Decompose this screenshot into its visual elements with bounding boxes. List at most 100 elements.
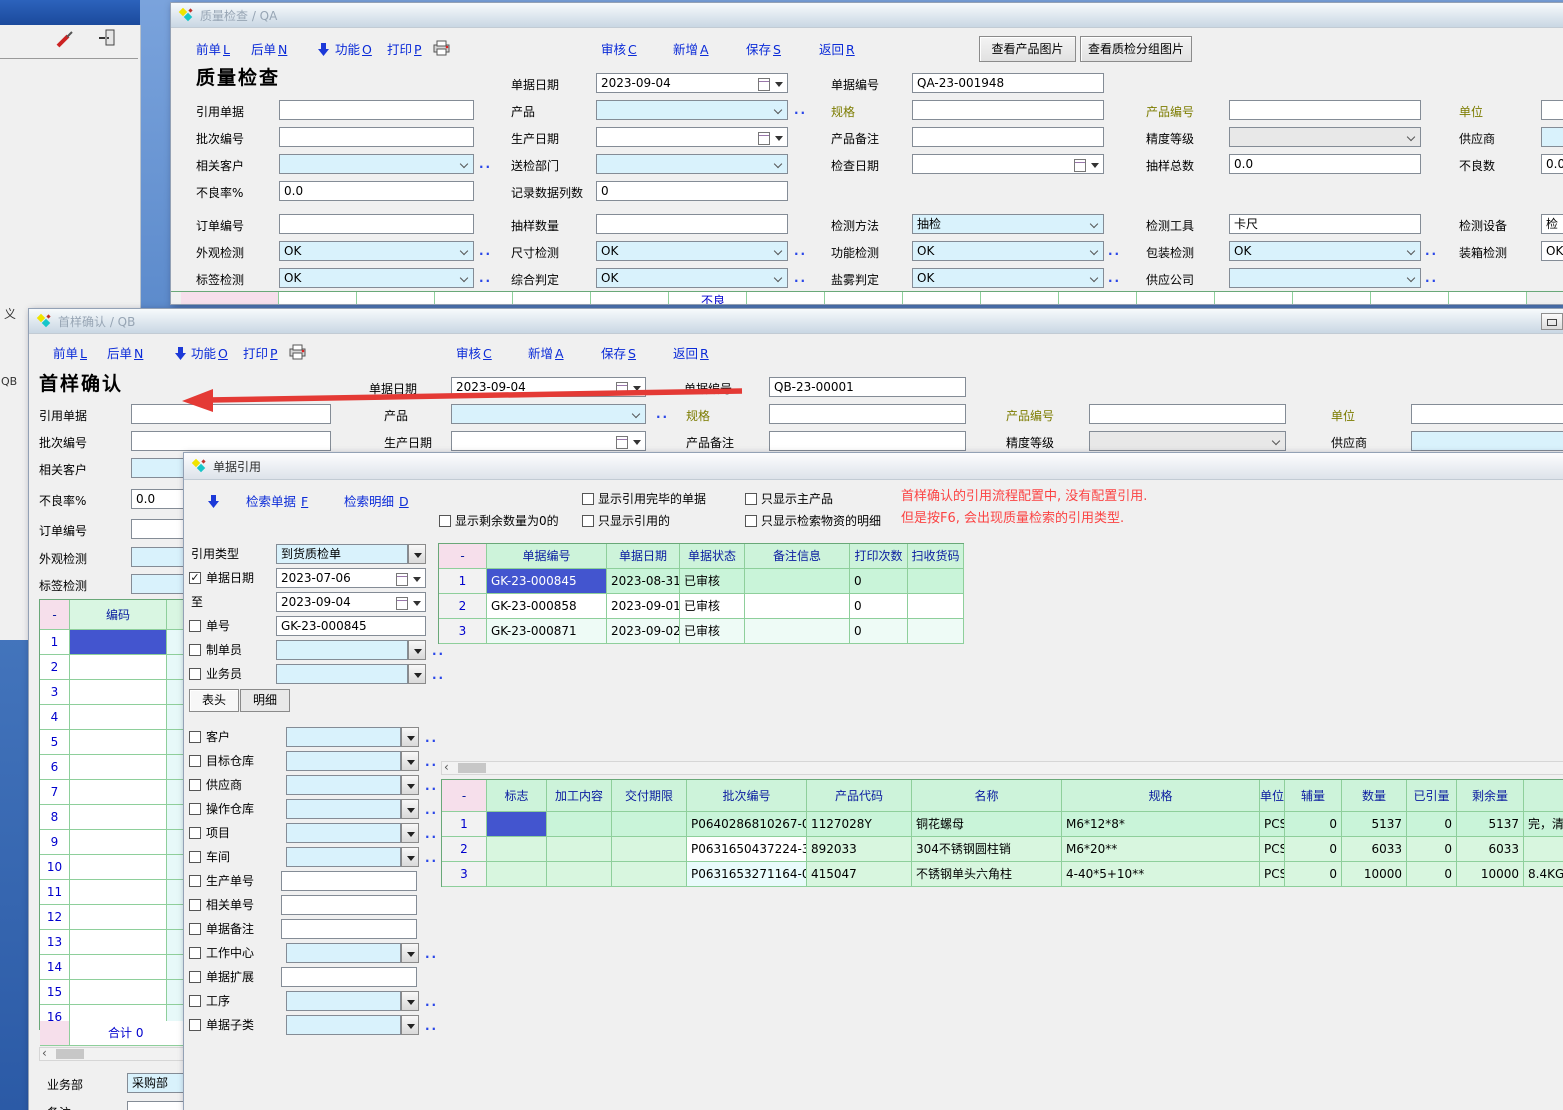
filter-input[interactable] — [281, 919, 417, 939]
more-button[interactable]: .. — [425, 824, 438, 844]
function-arrow-icon[interactable] — [318, 43, 329, 56]
code-cell[interactable] — [70, 905, 167, 930]
product-note-field[interactable] — [912, 127, 1104, 147]
row-number-cell[interactable]: 2 — [442, 837, 487, 862]
code-cell[interactable] — [70, 680, 167, 705]
code-cell[interactable] — [70, 755, 167, 780]
dropdown-button[interactable] — [401, 943, 419, 963]
filter-checkbox[interactable] — [189, 803, 201, 815]
filter-checkbox[interactable] — [189, 875, 201, 887]
cell[interactable]: 0 — [850, 569, 908, 594]
column-header[interactable]: - — [40, 600, 70, 630]
cell[interactable]: P0631653271164-06 — [687, 862, 807, 887]
filter-combo[interactable]: 到货质检单 — [276, 544, 408, 564]
cell[interactable]: 完，清 — [1524, 812, 1563, 837]
column-header[interactable]: 加工内容 — [547, 780, 612, 812]
dropdown-button[interactable] — [401, 727, 419, 747]
filter-checkbox[interactable] — [189, 1019, 201, 1031]
row-number-cell[interactable]: 15 — [40, 980, 70, 1005]
method-combo[interactable]: 抽检 — [912, 214, 1104, 234]
rec-cols-field[interactable]: 0 — [596, 181, 788, 201]
cell[interactable] — [908, 594, 964, 619]
row-number-cell[interactable]: 6 — [40, 755, 70, 780]
window-control-button[interactable] — [1541, 313, 1563, 330]
dropdown-button[interactable] — [401, 751, 419, 771]
cell[interactable]: PCS — [1260, 837, 1285, 862]
filter-checkbox[interactable] — [189, 620, 201, 632]
product-no-field[interactable] — [1229, 100, 1421, 120]
row-number-cell[interactable]: 3 — [439, 619, 487, 644]
column-header[interactable]: 辅量 — [1285, 780, 1342, 812]
cell[interactable] — [547, 862, 612, 887]
spec-field[interactable] — [912, 100, 1104, 120]
filter-input[interactable]: GK-23-000845 — [276, 616, 426, 636]
column-header[interactable]: 单位 — [1260, 780, 1285, 812]
doc-date-field[interactable]: 2023-09-04 — [596, 73, 788, 93]
row-number-cell[interactable]: 9 — [40, 830, 70, 855]
row-number-cell[interactable]: 7 — [40, 780, 70, 805]
row-number-cell[interactable]: 4 — [40, 705, 70, 730]
code-cell[interactable] — [70, 930, 167, 955]
print-link[interactable]: 打印P — [387, 41, 422, 59]
back-link[interactable]: 返回R — [673, 345, 709, 363]
dropdown-button[interactable] — [401, 847, 419, 867]
filter-checkbox[interactable] — [189, 971, 201, 983]
more-button[interactable]: .. — [425, 728, 438, 748]
defect-rate-field[interactable]: 0.0 — [279, 181, 474, 201]
check-date-field[interactable] — [912, 154, 1104, 174]
column-header[interactable]: 数量 — [1342, 780, 1407, 812]
column-header[interactable]: - — [439, 544, 487, 569]
table-row[interactable]: 1P0640286810267-041127028Y铜花螺母M6*12*8*PC… — [442, 812, 1563, 837]
cell[interactable]: GK-23-000858 — [487, 594, 607, 619]
cell[interactable]: 0 — [1285, 812, 1342, 837]
cell[interactable]: GK-23-000845 — [487, 569, 607, 594]
cell[interactable]: 2023-08-31 — [607, 569, 680, 594]
column-header[interactable]: 单据编号 — [487, 544, 607, 569]
cell[interactable]: 2023-09-02 — [607, 619, 680, 644]
only-detail-checkbox[interactable] — [745, 515, 757, 527]
view-product-image-button[interactable]: 查看产品图片 — [979, 36, 1076, 62]
cell[interactable]: 铜花螺母 — [912, 812, 1062, 837]
package-combo[interactable]: OK — [1229, 241, 1421, 261]
defect-qty-field[interactable]: 0.0 — [1541, 154, 1563, 174]
column-header[interactable]: 交付期限 — [612, 780, 687, 812]
batch-no-field[interactable] — [279, 127, 474, 147]
dept-combo[interactable] — [596, 154, 788, 174]
cell[interactable]: 1127028Y — [807, 812, 912, 837]
column-header[interactable]: 单据状态 — [680, 544, 745, 569]
code-cell[interactable] — [70, 780, 167, 805]
more-button[interactable]: .. — [425, 992, 438, 1012]
column-header[interactable]: 扫收货码 — [908, 544, 964, 569]
row-number-cell[interactable]: 11 — [40, 880, 70, 905]
filter-date-field[interactable]: 2023-07-06 — [276, 568, 426, 588]
filter-input[interactable] — [281, 967, 417, 987]
cell[interactable] — [487, 812, 547, 837]
cell[interactable] — [612, 837, 687, 862]
cell[interactable]: 不锈钢单头六角柱 — [912, 862, 1062, 887]
filter-combo[interactable] — [286, 847, 401, 867]
more-button[interactable]: .. — [794, 268, 807, 288]
code-cell[interactable] — [70, 655, 167, 680]
more-button[interactable]: .. — [479, 241, 492, 261]
function-link[interactable]: 功能O — [191, 345, 228, 363]
more-button[interactable]: .. — [425, 776, 438, 796]
more-button[interactable]: .. — [794, 100, 807, 120]
cell[interactable] — [908, 619, 964, 644]
search-doc-link[interactable]: 检索单据F — [246, 493, 308, 511]
cell[interactable]: 0 — [1285, 837, 1342, 862]
dropdown-button[interactable] — [408, 664, 426, 684]
cell[interactable]: 0 — [850, 594, 908, 619]
cell[interactable]: 0 — [850, 619, 908, 644]
cell[interactable]: PCS — [1260, 862, 1285, 887]
dropdown-button[interactable] — [401, 799, 419, 819]
filter-combo[interactable] — [286, 943, 401, 963]
more-button[interactable]: .. — [1108, 241, 1121, 261]
more-button[interactable]: .. — [1108, 268, 1121, 288]
sample-total-field[interactable]: 0.0 — [1229, 154, 1421, 174]
column-header[interactable]: 单据日期 — [607, 544, 680, 569]
filter-checkbox[interactable] — [189, 731, 201, 743]
dropdown-button[interactable] — [401, 991, 419, 1011]
cell[interactable] — [745, 569, 850, 594]
doc-no-field[interactable]: QA-23-001948 — [912, 73, 1104, 93]
only-main-checkbox[interactable] — [745, 493, 757, 505]
